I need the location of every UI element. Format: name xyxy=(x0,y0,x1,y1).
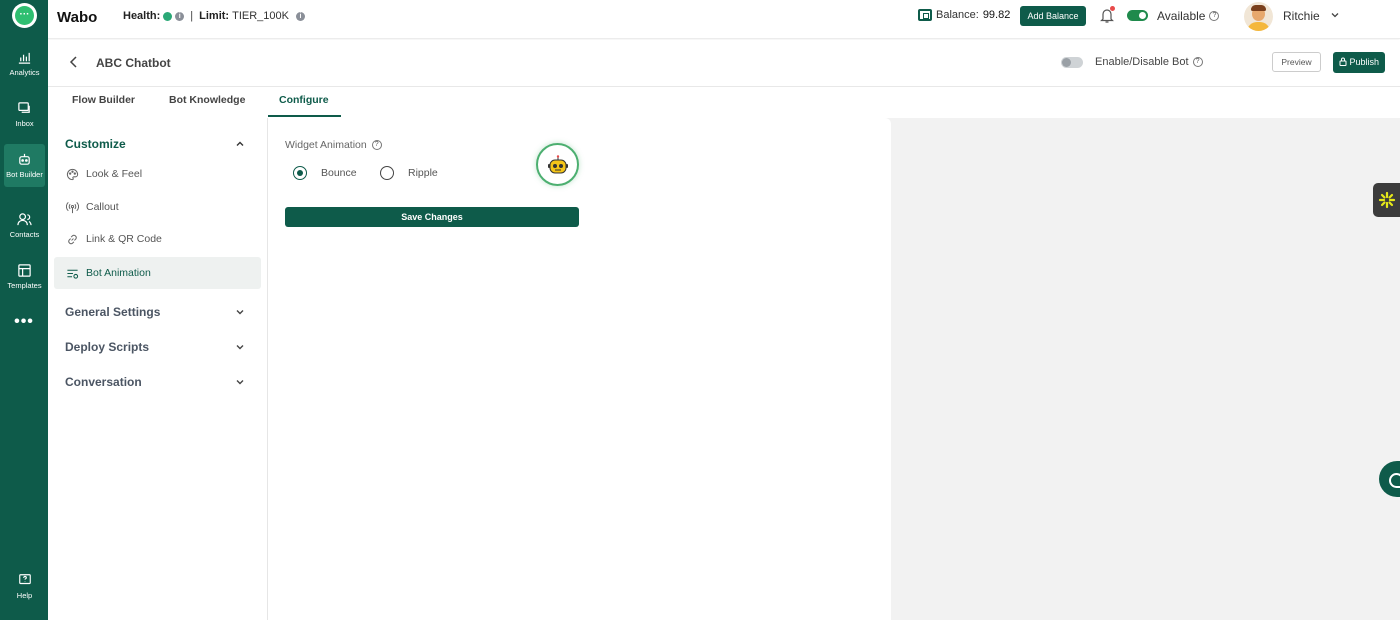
side-widget-tab[interactable] xyxy=(1373,183,1400,217)
health-status: Health: i | Limit: TIER_100K i xyxy=(123,10,305,22)
palette-icon xyxy=(66,168,79,180)
bot-icon xyxy=(19,153,30,165)
app-root: ··· Analytics Inbox Bot Builder Contacts… xyxy=(0,0,1400,620)
active-tab-indicator xyxy=(268,115,341,117)
radio-ripple[interactable] xyxy=(380,166,394,180)
rail-label: Inbox xyxy=(15,119,34,128)
inbox-icon xyxy=(18,102,30,113)
wallet-icon xyxy=(918,9,932,21)
menu-item-link-qr[interactable]: Link & QR Code xyxy=(54,223,261,255)
contacts-icon xyxy=(17,213,32,226)
balance-label: Balance: xyxy=(936,9,979,21)
bot-widget-preview xyxy=(536,143,579,186)
save-changes-button[interactable]: Save Changes xyxy=(285,207,579,227)
preview-button[interactable]: Preview xyxy=(1272,52,1321,72)
availability-label: Available xyxy=(1157,9,1206,23)
section-customize[interactable]: Customize xyxy=(65,137,126,151)
enable-bot-toggle[interactable] xyxy=(1061,57,1083,68)
info-icon[interactable]: i xyxy=(295,11,305,21)
divider: | xyxy=(190,10,194,22)
tab-bot-knowledge[interactable]: Bot Knowledge xyxy=(169,94,245,106)
radio-ripple-label[interactable]: Ripple xyxy=(408,167,438,179)
sparkle-icon xyxy=(1378,191,1395,209)
chevron-down-icon[interactable] xyxy=(234,376,246,388)
tab-flow-builder[interactable]: Flow Builder xyxy=(72,94,135,106)
animation-settings-icon xyxy=(67,269,79,279)
bot-face-icon xyxy=(547,154,568,173)
info-icon[interactable]: i xyxy=(175,11,185,21)
widget-animation-title: Widget Animation xyxy=(285,139,367,151)
section-deploy-scripts[interactable]: Deploy Scripts xyxy=(65,340,149,354)
enable-bot-text: Enable/Disable Bot xyxy=(1095,56,1189,68)
publish-label: Publish xyxy=(1349,57,1380,67)
notification-dot xyxy=(1110,6,1115,11)
rail-item-analytics[interactable]: Analytics xyxy=(4,50,45,77)
availability-status: Available ? xyxy=(1157,9,1220,23)
analytics-icon xyxy=(18,52,31,64)
rail-label: Contacts xyxy=(9,230,40,239)
chevron-down-icon[interactable] xyxy=(234,341,246,353)
help-question-icon[interactable]: ? xyxy=(1209,11,1220,21)
back-arrow-icon[interactable] xyxy=(68,55,80,69)
rail-item-help[interactable]: Help xyxy=(4,573,45,600)
widget-animation-label: Widget Animation ? xyxy=(285,139,382,151)
rail-item-templates[interactable]: Templates xyxy=(4,263,45,290)
more-icon[interactable]: ••• xyxy=(0,313,48,331)
radio-bounce[interactable] xyxy=(293,166,307,180)
radio-bounce-label[interactable]: Bounce xyxy=(321,167,357,179)
left-rail: ··· Analytics Inbox Bot Builder Contacts… xyxy=(0,0,48,620)
rail-label: Bot Builder xyxy=(6,170,43,179)
chevron-down-icon[interactable] xyxy=(234,306,246,318)
menu-item-label: Link & QR Code xyxy=(86,233,162,245)
availability-toggle[interactable] xyxy=(1127,10,1148,21)
rail-item-bot-builder[interactable]: Bot Builder xyxy=(4,144,45,187)
brand-name: Wabo xyxy=(57,9,98,26)
limit-value: TIER_100K xyxy=(232,10,289,22)
rail-label: Templates xyxy=(7,281,42,290)
avatar[interactable] xyxy=(1244,2,1273,31)
menu-item-bot-animation[interactable]: Bot Animation xyxy=(54,257,261,289)
chat-logo-icon: ··· xyxy=(15,6,34,25)
broadcast-icon xyxy=(66,201,79,213)
menu-item-look-feel[interactable]: Look & Feel xyxy=(54,158,261,190)
templates-icon xyxy=(18,264,31,277)
add-balance-button[interactable]: Add Balance xyxy=(1020,6,1086,26)
avatar-body xyxy=(1247,22,1270,31)
balance-display: Balance: 99.82 xyxy=(918,9,1010,21)
app-logo[interactable]: ··· xyxy=(12,3,37,28)
help-icon xyxy=(18,574,31,585)
menu-item-label: Callout xyxy=(86,201,119,213)
health-dot-icon xyxy=(163,11,173,21)
rail-label: Analytics xyxy=(9,68,40,77)
user-name[interactable]: Ritchie xyxy=(1283,9,1320,23)
rail-item-contacts[interactable]: Contacts xyxy=(4,212,45,239)
avatar-hair xyxy=(1251,5,1266,11)
limit-label: Limit: xyxy=(199,10,230,22)
section-general-settings[interactable]: General Settings xyxy=(65,305,160,319)
lock-icon xyxy=(1339,57,1347,66)
rail-item-inbox[interactable]: Inbox xyxy=(4,101,45,128)
tab-bar: Flow Builder Bot Knowledge Configure xyxy=(48,88,1400,118)
section-conversation[interactable]: Conversation xyxy=(65,375,142,389)
bot-title: ABC Chatbot xyxy=(96,56,171,70)
link-icon xyxy=(68,234,77,244)
chevron-down-icon[interactable] xyxy=(1330,10,1340,20)
tab-configure[interactable]: Configure xyxy=(279,94,329,106)
menu-item-label: Look & Feel xyxy=(86,168,143,180)
health-label: Health: xyxy=(123,10,161,22)
publish-button[interactable]: Publish xyxy=(1333,52,1385,73)
menu-item-callout[interactable]: Callout xyxy=(54,191,261,223)
enable-bot-label: Enable/Disable Bot ? xyxy=(1095,56,1203,68)
rail-label: Help xyxy=(16,591,33,600)
menu-item-label: Bot Animation xyxy=(86,267,151,279)
chevron-up-icon[interactable] xyxy=(234,138,246,150)
balance-value: 99.82 xyxy=(982,9,1011,21)
help-question-icon[interactable]: ? xyxy=(371,140,382,150)
help-question-icon[interactable]: ? xyxy=(1192,57,1203,67)
